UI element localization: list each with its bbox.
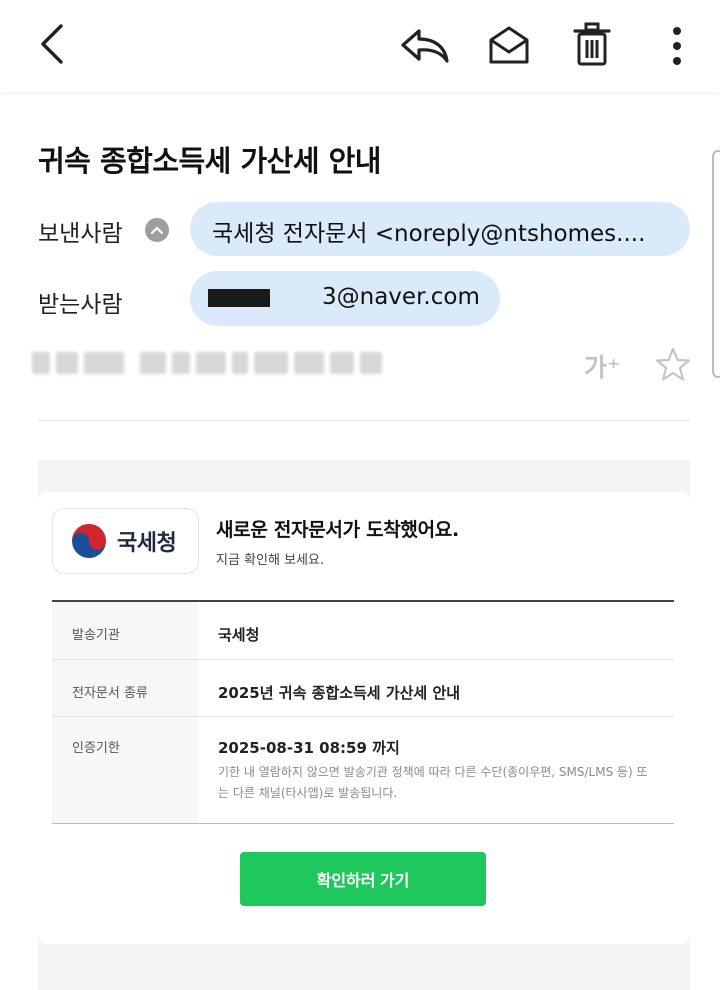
row-value-container: 2025-08-31 08:59 까지 기한 내 열람하지 않으면 발송기관 정… <box>198 717 674 823</box>
taegeuk-icon <box>72 524 106 558</box>
mail-subject: 귀속 종합소득세 가산세 안내 <box>38 144 381 178</box>
go-check-button[interactable]: 확인하러 가기 <box>240 852 486 906</box>
row-key: 인증기한 <box>52 717 198 823</box>
blurred-date-text <box>32 352 382 374</box>
row-key: 발송기관 <box>52 602 198 659</box>
header-divider <box>38 420 690 421</box>
table-row: 인증기한 2025-08-31 08:59 까지 기한 내 열람하지 않으면 발… <box>52 717 674 823</box>
notice-headline: 새로운 전자문서가 도착했어요. <box>216 519 459 541</box>
table-row: 발송기관 국세청 <box>52 602 674 660</box>
top-app-bar <box>0 0 720 92</box>
redaction-bar <box>208 288 270 307</box>
recipient-chip[interactable]: 3@naver.com <box>190 271 500 326</box>
sender-address: 국세청 전자문서 <noreply@ntshomes.... <box>212 221 646 247</box>
mark-unread-icon[interactable] <box>484 20 534 70</box>
row-value: 2025년 귀속 종합소득세 가산세 안내 <box>218 684 461 702</box>
sender-chip[interactable]: 국세청 전자문서 <noreply@ntshomes.... <box>190 202 690 256</box>
star-icon[interactable] <box>654 346 692 384</box>
font-size-icon[interactable]: 가⁺ <box>584 348 628 382</box>
recipient-address: 3@naver.com <box>322 284 480 310</box>
nts-logo: 국세청 <box>52 508 199 574</box>
document-info-table: 발송기관 국세청 전자문서 종류 2025년 귀속 종합소득세 가산세 안내 인… <box>52 600 674 824</box>
notice-subline: 지금 확인해 보세요. <box>216 553 325 568</box>
table-row: 전자문서 종류 2025년 귀속 종합소득세 가산세 안내 <box>52 660 674 717</box>
logo-text: 국세청 <box>117 531 177 556</box>
to-label: 받는사람 <box>38 292 123 318</box>
more-vertical-icon[interactable] <box>658 18 696 74</box>
row-value: 2025-08-31 08:59 까지 <box>218 739 400 757</box>
reply-icon[interactable] <box>398 20 452 70</box>
trash-icon[interactable] <box>568 18 616 70</box>
deadline-note: 기한 내 열람하지 않으면 발송기관 정책에 따라 다른 수단(종이우편, SM… <box>218 765 648 800</box>
row-key: 전자문서 종류 <box>52 660 198 716</box>
from-label: 보낸사람 <box>38 221 123 247</box>
back-arrow-icon[interactable] <box>28 18 76 70</box>
chevron-up-icon[interactable] <box>145 218 169 242</box>
scroll-edge <box>712 150 720 378</box>
row-value: 국세청 <box>218 626 260 644</box>
